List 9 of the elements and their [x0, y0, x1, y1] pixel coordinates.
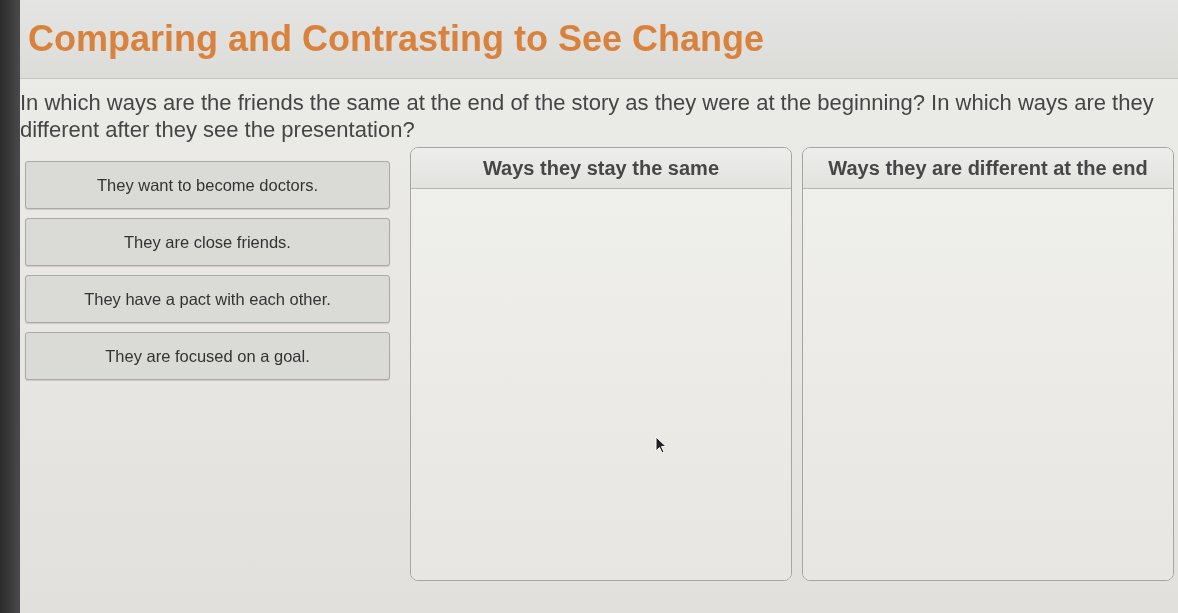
page-title: Comparing and Contrasting to See Change: [28, 18, 765, 60]
answer-tile[interactable]: They are focused on a goal.: [25, 332, 390, 380]
question-text: In which ways are the friends the same at the end of the story as they were at the beginning? In which ways are they different after they see the presentation?: [20, 89, 1155, 143]
mouse-pointer-icon: [655, 436, 667, 454]
category-heading: Ways they stay the same: [411, 148, 791, 189]
answer-tile[interactable]: They want to become doctors.: [25, 161, 390, 209]
answer-tile[interactable]: They are close friends.: [25, 218, 390, 266]
category-heading: Ways they are different at the end: [803, 148, 1173, 189]
answer-tile[interactable]: They have a pact with each other.: [25, 275, 390, 323]
